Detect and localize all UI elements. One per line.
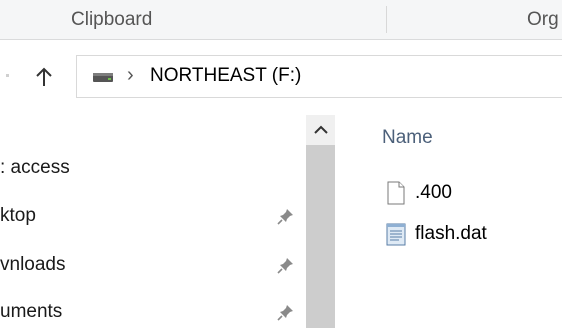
nav-item-label: uments: [0, 301, 63, 322]
navigation-pane: : access ktop vnloads uments: [0, 115, 335, 328]
up-button[interactable]: [31, 62, 57, 92]
pin-icon[interactable]: [277, 303, 295, 321]
nav-item-quick-access[interactable]: : access: [0, 157, 70, 179]
ribbon-divider: [386, 6, 387, 33]
pin-icon[interactable]: [277, 256, 295, 274]
nav-item-downloads[interactable]: vnloads: [0, 254, 66, 276]
nav-item-label: vnloads: [0, 254, 66, 275]
file-name: .400: [415, 182, 452, 203]
ribbon-group-strip: Clipboard Org: [0, 0, 562, 40]
ribbon-group-organize: Org: [527, 9, 559, 30]
nav-item-label: ktop: [0, 205, 36, 226]
nav-item-desktop[interactable]: ktop: [0, 205, 36, 227]
pin-icon[interactable]: [277, 207, 295, 225]
column-header-name[interactable]: Name: [382, 127, 433, 149]
caret-up-icon: [313, 125, 328, 134]
scroll-up-button[interactable]: [306, 115, 335, 145]
drive-icon: [93, 73, 113, 82]
file-name: flash.dat: [415, 223, 487, 244]
scroll-thumb[interactable]: [306, 145, 335, 328]
blank-file-icon: [383, 180, 409, 206]
text-document-icon: [383, 221, 409, 247]
breadcrumb-separator[interactable]: ›: [127, 64, 134, 87]
back-button-edge[interactable]: [6, 74, 9, 77]
nav-pane-scrollbar[interactable]: [306, 115, 335, 328]
arrow-up-icon: [36, 67, 52, 86]
nav-item-label: : access: [0, 157, 70, 178]
breadcrumb-current-drive[interactable]: NORTHEAST (F:): [150, 65, 301, 87]
address-bar[interactable]: › NORTHEAST (F:): [76, 55, 562, 98]
file-item[interactable]: flash.dat: [383, 219, 487, 249]
file-item[interactable]: .400: [383, 178, 452, 208]
nav-item-documents[interactable]: uments: [0, 301, 62, 323]
ribbon-group-clipboard: Clipboard: [71, 9, 153, 30]
